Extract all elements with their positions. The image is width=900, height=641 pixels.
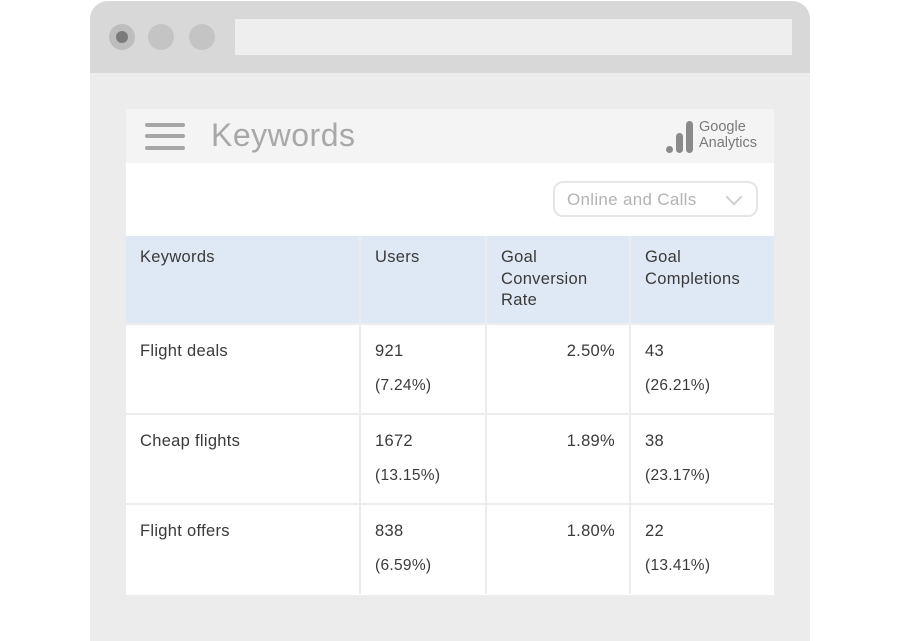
minimize-window-button[interactable]: [148, 24, 174, 50]
users-value: 838: [375, 522, 404, 540]
menu-line: [145, 123, 185, 127]
conversion-type-dropdown[interactable]: Online and Calls: [553, 181, 758, 217]
users-cell: 921 (7.24%): [359, 323, 487, 415]
menu-line: [145, 146, 185, 150]
column-header-goal-conversion-rate[interactable]: Goal Conversion Rate: [485, 236, 631, 325]
report-header: Keywords Google Analytics: [126, 109, 774, 163]
conversion-rate-cell: 2.50%: [485, 323, 631, 415]
close-window-button[interactable]: [109, 24, 135, 50]
users-value: 921: [375, 342, 404, 360]
keywords-table: Keywords Users Goal Conversion Rate Goal…: [126, 236, 774, 594]
table-row: Cheap flights 1672 (13.15%) 1.89% 38 (23.1…: [126, 413, 774, 505]
close-dot-icon: [116, 31, 128, 43]
page-title: Keywords: [211, 117, 356, 153]
logo-text-line1: Google: [699, 119, 746, 135]
users-percent: (7.24%): [375, 377, 432, 394]
conversion-rate-cell: 1.80%: [485, 503, 631, 594]
completions-value: 22: [645, 522, 664, 540]
column-header-users[interactable]: Users: [359, 236, 487, 325]
conversion-rate-cell: 1.89%: [485, 413, 631, 505]
analytics-bars-icon: [666, 119, 694, 153]
completions-value: 38: [645, 432, 664, 450]
table-header-row: Keywords Users Goal Conversion Rate Goal…: [126, 236, 774, 325]
users-cell: 838 (6.59%): [359, 503, 487, 594]
menu-line: [145, 134, 185, 138]
keyword-cell[interactable]: Flight deals: [126, 323, 361, 415]
hamburger-menu-icon[interactable]: [145, 121, 187, 153]
completions-cell: 22 (13.41%): [629, 503, 774, 594]
table-row: Flight deals 921 (7.24%) 2.50% 43 (26.21%): [126, 323, 774, 415]
completions-percent: (26.21%): [645, 377, 711, 394]
keyword-cell[interactable]: Flight offers: [126, 503, 361, 594]
users-percent: (6.59%): [375, 557, 432, 574]
keyword-cell[interactable]: Cheap flights: [126, 413, 361, 505]
dropdown-selected-value: Online and Calls: [567, 190, 697, 209]
completions-cell: 43 (26.21%): [629, 323, 774, 415]
users-value: 1672: [375, 432, 413, 450]
maximize-window-button[interactable]: [189, 24, 215, 50]
browser-window: Keywords Google Analytics Online and Cal…: [90, 1, 810, 641]
completions-percent: (13.41%): [645, 557, 711, 574]
completions-percent: (23.17%): [645, 467, 711, 484]
browser-titlebar: [90, 1, 810, 73]
completions-value: 43: [645, 342, 664, 360]
column-header-goal-completions[interactable]: Goal Completions: [629, 236, 774, 325]
keywords-report-panel: Keywords Google Analytics Online and Cal…: [126, 109, 774, 595]
users-percent: (13.15%): [375, 467, 441, 484]
google-analytics-logo: Google Analytics: [666, 119, 766, 155]
chevron-down-icon: [725, 188, 743, 206]
address-bar[interactable]: [235, 19, 792, 55]
users-cell: 1672 (13.15%): [359, 413, 487, 505]
logo-text-line2: Analytics: [699, 135, 758, 151]
completions-cell: 38 (23.17%): [629, 413, 774, 505]
table-row: Flight offers 838 (6.59%) 1.80% 22 (13.41%…: [126, 503, 774, 594]
column-header-keywords[interactable]: Keywords: [126, 236, 361, 325]
